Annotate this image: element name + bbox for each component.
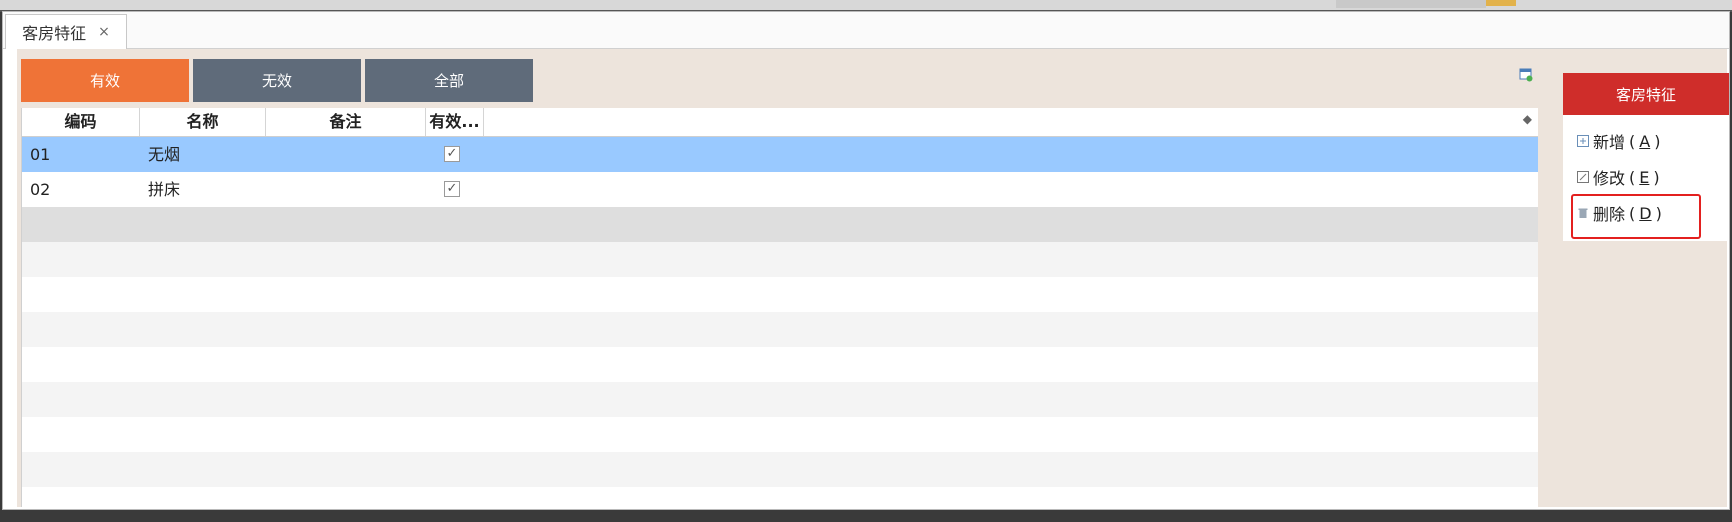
add-button[interactable]: 新增(A) <box>1577 126 1660 156</box>
empty-row <box>22 452 1538 487</box>
empty-row <box>22 417 1538 452</box>
edit-label: 修改 <box>1593 169 1626 188</box>
top-strip-accent-orange <box>1486 0 1516 6</box>
valid-checkbox[interactable]: ✓ <box>444 181 460 197</box>
highlight-box <box>1571 194 1701 239</box>
column-header-valid[interactable]: 有效... <box>426 108 484 136</box>
empty-row <box>22 242 1538 277</box>
tab-strip: 客房特征 × <box>3 12 1729 49</box>
main-content: 有效 无效 全部 编码 名称 备注 有效... ◆ 01 无烟 ✓ 02 拼床 … <box>17 49 1729 507</box>
valid-checkbox[interactable]: ✓ <box>444 146 460 162</box>
edit-shortcut: E <box>1639 167 1650 187</box>
column-header-code[interactable]: 编码 <box>22 108 140 136</box>
tab-label: 客房特征 <box>22 24 87 43</box>
edit-button[interactable]: 修改(E) <box>1577 162 1660 192</box>
filter-valid-button[interactable]: 有效 <box>21 59 189 102</box>
tab-room-features[interactable]: 客房特征 × <box>5 14 127 49</box>
empty-row <box>22 207 1538 242</box>
app-window: 客房特征 × 有效 无效 全部 编码 名称 备注 有效... ◆ 01 无烟 ✓… <box>2 11 1730 510</box>
data-grid: 编码 名称 备注 有效... ◆ 01 无烟 ✓ 02 拼床 ✓ <box>21 108 1538 507</box>
filter-invalid-button[interactable]: 无效 <box>193 59 361 102</box>
grid-header: 编码 名称 备注 有效... ◆ <box>22 108 1538 137</box>
filter-all-button[interactable]: 全部 <box>365 59 533 102</box>
empty-row <box>22 487 1538 522</box>
column-header-note[interactable]: 备注 <box>266 108 426 136</box>
export-icon[interactable] <box>1519 68 1533 82</box>
column-header-name[interactable]: 名称 <box>140 108 266 136</box>
plus-box-icon <box>1577 135 1589 147</box>
edit-icon <box>1577 171 1589 183</box>
cell-code: 02 <box>30 180 51 199</box>
add-shortcut: A <box>1639 131 1651 151</box>
add-label: 新增 <box>1593 133 1626 152</box>
close-icon[interactable]: × <box>98 24 110 40</box>
empty-row <box>22 312 1538 347</box>
filter-button-group: 有效 无效 全部 <box>21 59 533 102</box>
cell-name: 无烟 <box>148 145 181 164</box>
cell-code: 01 <box>30 145 51 164</box>
action-panel-title: 客房特征 <box>1563 73 1729 115</box>
cell-name: 拼床 <box>148 180 181 199</box>
grid-rows: 01 无烟 ✓ 02 拼床 ✓ <box>22 137 1538 522</box>
pin-icon[interactable]: ◆ <box>1523 112 1532 126</box>
empty-row <box>22 277 1538 312</box>
empty-row <box>22 382 1538 417</box>
top-strip-accent <box>1336 0 1486 8</box>
table-row[interactable]: 01 无烟 ✓ <box>22 137 1538 172</box>
table-row[interactable]: 02 拼床 ✓ <box>22 172 1538 207</box>
empty-row <box>22 347 1538 382</box>
